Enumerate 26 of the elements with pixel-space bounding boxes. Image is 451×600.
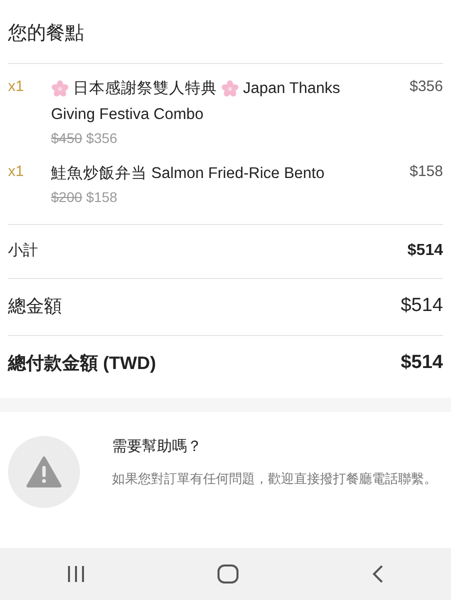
help-text: 如果您對訂單有任何問題，歡迎直接撥打餐廳電話聯繫。 [112,470,437,488]
sale-price: $158 [86,188,118,206]
item-name: 日本感謝祭雙人特典 [73,78,217,98]
back-icon[interactable] [371,564,386,584]
total-value: $514 [400,351,443,376]
total-label: 總付款金額 (TWD) [8,352,156,375]
original-price: $450 [51,128,82,148]
total-label: 總金額 [8,295,62,318]
sale-price: $356 [86,128,118,148]
item-price: $158 [408,162,443,182]
total-value: $514 [407,241,443,261]
original-price: $200 [51,188,82,206]
item-name: Japan Thanks [243,78,340,98]
flower-icon [51,80,69,98]
home-icon[interactable] [217,564,240,584]
item-name: 鮭魚炒飯弁当 Salmon Fried-Rice Bento [51,164,324,184]
help-title: 需要幫助嗎？ [112,436,203,456]
section-title: 您的餐點 [7,22,85,46]
recent-apps-icon[interactable] [66,565,86,583]
item-name: Giving Festiva Combo [51,104,204,124]
total-label: 小計 [8,240,38,261]
item-price: $356 [408,76,443,96]
total-value: $514 [400,294,443,318]
quantity-label: x1 [8,76,25,96]
flower-icon [221,80,239,98]
quantity-label: x1 [8,162,25,182]
